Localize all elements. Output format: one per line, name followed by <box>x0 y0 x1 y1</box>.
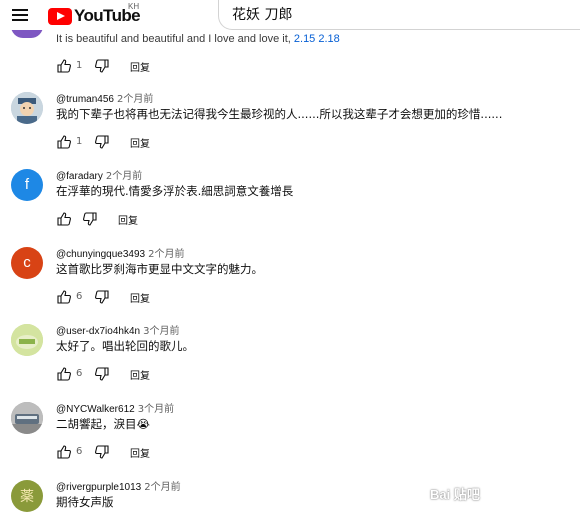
comment-author[interactable]: @user-dx7io4hk4n <box>56 326 140 337</box>
comment-time[interactable]: 2个月前 <box>117 94 153 105</box>
avatar[interactable] <box>11 402 43 434</box>
comment-text: 这首歌比罗刹海市更显中文文字的魅力。 <box>56 262 263 276</box>
like-count: 6 <box>76 446 83 457</box>
comment-author[interactable]: @truman456 <box>56 94 114 105</box>
like-icon[interactable] <box>56 58 72 74</box>
youtube-play-icon <box>48 7 72 25</box>
like-count: 1 <box>76 136 83 147</box>
like-icon[interactable] <box>56 134 72 150</box>
comment-text: 我的下辈子也将再也无法记得我今生最珍视的人......所以我这辈子才会想更加的珍… <box>56 107 503 121</box>
reply-button[interactable]: 回复 <box>130 135 150 150</box>
comment-text: 在浮華的現代.情愛多浮於表.細思詞意文養增長 <box>56 184 294 198</box>
dislike-icon[interactable] <box>94 444 110 460</box>
comment-author[interactable]: @chunyingque3493 <box>56 249 145 260</box>
youtube-logo[interactable]: YouTube <box>48 6 141 25</box>
comment-time[interactable]: 2个月前 <box>148 249 184 260</box>
like-count: 1 <box>76 60 83 71</box>
comment: c @chunyingque3493 2个月前 这首歌比罗刹海市更显中文文字的魅力… <box>0 247 580 322</box>
dislike-icon[interactable] <box>94 366 110 382</box>
comment-time[interactable]: 3个月前 <box>143 326 179 337</box>
like-icon[interactable] <box>56 444 72 460</box>
avatar-illustration-icon <box>11 402 43 434</box>
logo-country-code: KH <box>128 2 140 11</box>
avatar[interactable] <box>11 324 43 356</box>
avatar[interactable]: c <box>11 247 43 279</box>
like-icon[interactable] <box>56 366 72 382</box>
comment-time[interactable]: 2个月前 <box>106 171 142 182</box>
dislike-icon[interactable] <box>94 289 110 305</box>
dislike-icon[interactable] <box>82 211 98 227</box>
comment-author[interactable]: @NYCWalker612 <box>56 404 135 415</box>
reply-button[interactable]: 回复 <box>130 59 150 74</box>
comment-author[interactable]: @faradary <box>56 171 103 182</box>
comment: f @faradary 2个月前 在浮華的現代.情愛多浮於表.細思詞意文養增長 回… <box>0 169 580 244</box>
dislike-icon[interactable] <box>94 58 110 74</box>
comment: @NYCWalker612 3个月前 二胡響起，淚目😭 6 回复 <box>0 402 580 477</box>
like-count: 6 <box>76 291 83 302</box>
comment-author[interactable]: @rivergpurple1013 <box>56 482 141 493</box>
avatar[interactable] <box>11 92 43 124</box>
reply-button[interactable]: 回复 <box>130 290 150 305</box>
dislike-icon[interactable] <box>94 134 110 150</box>
like-count: 6 <box>76 368 83 379</box>
like-icon[interactable] <box>56 289 72 305</box>
comment-text: 二胡響起，淚目😭 <box>56 417 150 431</box>
timestamp-links[interactable]: 2.15 2.18 <box>294 33 340 45</box>
avatar-illustration-icon <box>11 92 43 124</box>
reply-button[interactable]: 回复 <box>130 445 150 460</box>
reply-button[interactable]: 回复 <box>130 367 150 382</box>
reply-button[interactable]: 回复 <box>118 212 138 227</box>
comment-text: It is beautiful and beautiful and I love… <box>56 33 294 45</box>
like-icon[interactable] <box>56 211 72 227</box>
avatar[interactable]: 薬 <box>11 480 43 512</box>
comment: 薬 @rivergpurple1013 2个月前 期待女声版 <box>0 480 580 512</box>
avatar-illustration-icon <box>11 324 43 356</box>
top-bar: YouTube KH 花妖 刀郎 <box>0 0 580 30</box>
search-input[interactable]: 花妖 刀郎 <box>218 0 580 30</box>
comment-time[interactable]: 2个月前 <box>144 482 180 493</box>
comment-text: 期待女声版 <box>56 495 114 509</box>
comment: @user-dx7io4hk4n 3个月前 太好了。唱出轮回的歌儿。 6 回复 <box>0 324 580 399</box>
avatar[interactable]: f <box>11 169 43 201</box>
comment-time[interactable]: 3个月前 <box>138 404 174 415</box>
comment-text: 太好了。唱出轮回的歌儿。 <box>56 339 194 353</box>
partial-comment-actions: 1 回复 <box>0 58 580 74</box>
comment: @truman456 2个月前 我的下辈子也将再也无法记得我今生最珍视的人....… <box>0 92 580 167</box>
menu-icon[interactable] <box>12 9 28 21</box>
baidu-watermark: Bai 贴吧 <box>430 487 480 502</box>
